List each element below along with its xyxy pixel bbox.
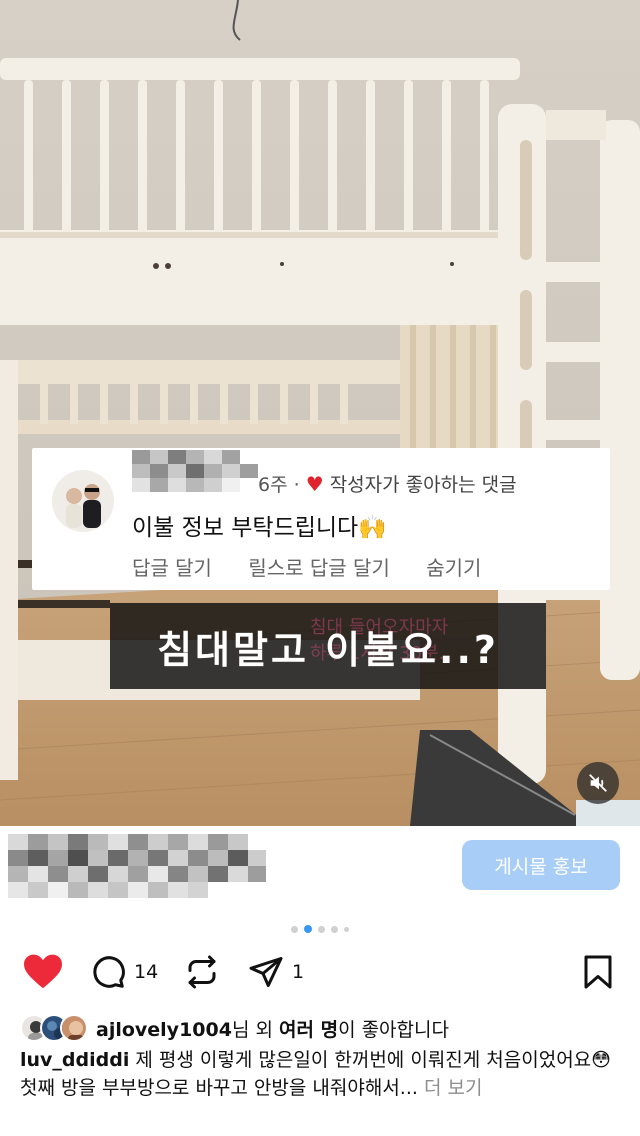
post-media[interactable]: 6주 · ♥ 작성자가 좋아하는 댓글 이불 정보 부탁드립니다🙌 답글 달기 …: [0, 0, 640, 826]
more-link[interactable]: 더 보기: [418, 1077, 483, 1099]
carousel-dot-active: [304, 925, 312, 933]
bookmark-icon: [584, 955, 612, 989]
comment-card: 6주 · ♥ 작성자가 좋아하는 댓글 이불 정보 부탁드립니다🙌 답글 달기 …: [32, 448, 610, 590]
repost-icon: [188, 955, 216, 989]
action-bar: 14 1: [0, 952, 640, 994]
like-button[interactable]: [22, 952, 64, 990]
save-button[interactable]: [582, 954, 614, 990]
heart-icon: [24, 954, 62, 989]
carousel-dot: [344, 926, 349, 932]
mute-icon: [589, 774, 607, 792]
blurred-text: [8, 834, 266, 898]
video-caption-banner: 침대 들어오자마자 하루 1시간 30분.. 침대말고 이불요..?: [110, 603, 546, 689]
comment-button[interactable]: 14: [90, 954, 158, 990]
carousel-indicator: [0, 925, 640, 933]
reply-with-reels-button[interactable]: 릴스로 답글 달기: [248, 556, 390, 580]
post-caption: luv_ddiddi 제 평생 이렇게 많은일이 한꺼번에 이뤄진게 처음이었어…: [20, 1046, 625, 1102]
comment-meta: 6주 · ♥ 작성자가 좋아하는 댓글: [258, 472, 517, 496]
comment-icon: [93, 956, 125, 988]
comment-time: 6주: [258, 474, 288, 496]
promote-post-button[interactable]: 게시물 홍보: [462, 840, 620, 890]
mute-button[interactable]: [577, 762, 619, 804]
blurred-username: [132, 450, 258, 492]
share-button[interactable]: 1: [248, 954, 304, 990]
comment-text: 이불 정보 부탁드립니다🙌: [132, 515, 387, 541]
hide-button[interactable]: 숨기기: [426, 556, 481, 580]
carousel-dot: [331, 925, 338, 933]
share-icon: [249, 957, 283, 987]
liker-username[interactable]: ajlovely1004: [96, 1019, 232, 1041]
likes-summary[interactable]: ajlovely1004님 외 여러 명이 좋아합니다: [20, 1013, 449, 1043]
caption-text: 제 평생 이렇게 많은일이 한꺼번에 이뤄진게 처음이었어요😳: [129, 1049, 611, 1071]
repost-button[interactable]: [184, 954, 220, 990]
carousel-dot: [318, 925, 325, 933]
author-username[interactable]: luv_ddiddi: [20, 1049, 129, 1071]
carousel-dot: [291, 925, 298, 933]
others-link[interactable]: 여러 명: [279, 1019, 338, 1041]
caption-text-line2: 첫째 방을 부부방으로 바꾸고 안방을 내줘야해서...: [20, 1077, 418, 1099]
comment-count: 14: [134, 961, 159, 983]
share-count: 1: [292, 961, 305, 983]
video-caption-text: 침대말고 이불요..?: [157, 627, 499, 672]
author-liked-label: 작성자가 좋아하는 댓글: [329, 474, 517, 496]
heart-icon: ♥: [305, 472, 324, 496]
liker-avatar: [60, 1014, 88, 1042]
promo-row: 게시물 홍보: [0, 826, 640, 904]
comment-actions: 답글 달기 릴스로 답글 달기 숨기기: [132, 552, 511, 581]
commenter-avatar[interactable]: [52, 470, 114, 532]
reply-button[interactable]: 답글 달기: [132, 556, 212, 580]
bunk-bed-photo: [0, 0, 640, 826]
